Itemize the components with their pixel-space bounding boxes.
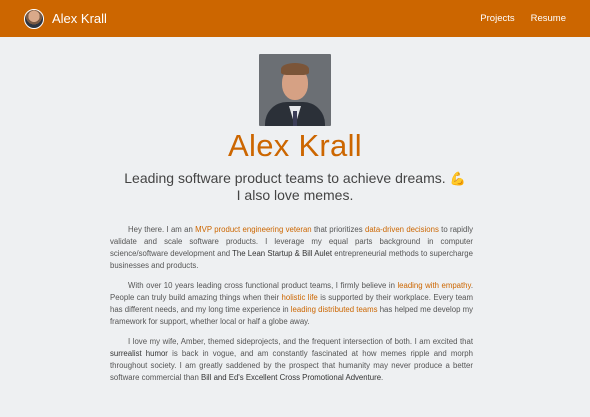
emphasis-text: Bill and Ed's Excellent Cross Promotiona… <box>201 373 382 382</box>
profile-photo <box>259 54 331 126</box>
emphasis-text: surrealist humor <box>110 349 168 358</box>
highlight-link[interactable]: leading distributed teams <box>291 305 378 314</box>
emphasis-text: The Lean Startup & Bill Aulet <box>232 249 332 258</box>
bio-text: I love my wife, Amber, themed sideprojec… <box>128 337 473 346</box>
bio-paragraph: With over 10 years leading cross functio… <box>110 280 473 328</box>
bio-paragraph: I love my wife, Amber, themed sideprojec… <box>110 336 473 384</box>
bio-text: . <box>381 373 384 382</box>
nav-links: Projects Resume <box>480 13 566 24</box>
highlight-link[interactable]: holistic life <box>282 293 318 302</box>
bio-text: that prioritizes <box>311 225 365 234</box>
nav-link-resume[interactable]: Resume <box>531 13 566 24</box>
flexed-biceps-icon: 💪 <box>449 171 466 186</box>
bio: Hey there. I am an MVP product engineeri… <box>110 224 473 392</box>
highlight-link[interactable]: leading with empathy <box>397 281 470 290</box>
highlight-link[interactable]: data-driven decisions <box>365 225 439 234</box>
page-title: Alex Krall <box>228 128 362 163</box>
brand-name: Alex Krall <box>52 11 107 26</box>
bio-text: With over 10 years leading cross functio… <box>128 281 398 290</box>
brand-link[interactable]: Alex Krall <box>24 8 107 29</box>
navbar: Alex Krall Projects Resume <box>0 0 590 37</box>
hero: Alex Krall Leading software product team… <box>0 54 590 204</box>
bio-paragraph: Hey there. I am an MVP product engineeri… <box>110 224 473 272</box>
tagline: Leading software product teams to achiev… <box>0 170 590 204</box>
bio-text: Hey there. I am an <box>128 225 196 234</box>
tagline-line2: I also love memes. <box>236 187 354 203</box>
avatar <box>24 8 44 29</box>
nav-link-projects[interactable]: Projects <box>480 13 514 24</box>
highlight-link[interactable]: MVP product engineering veteran <box>195 225 312 234</box>
tagline-line1: Leading software product teams to achiev… <box>124 170 446 186</box>
